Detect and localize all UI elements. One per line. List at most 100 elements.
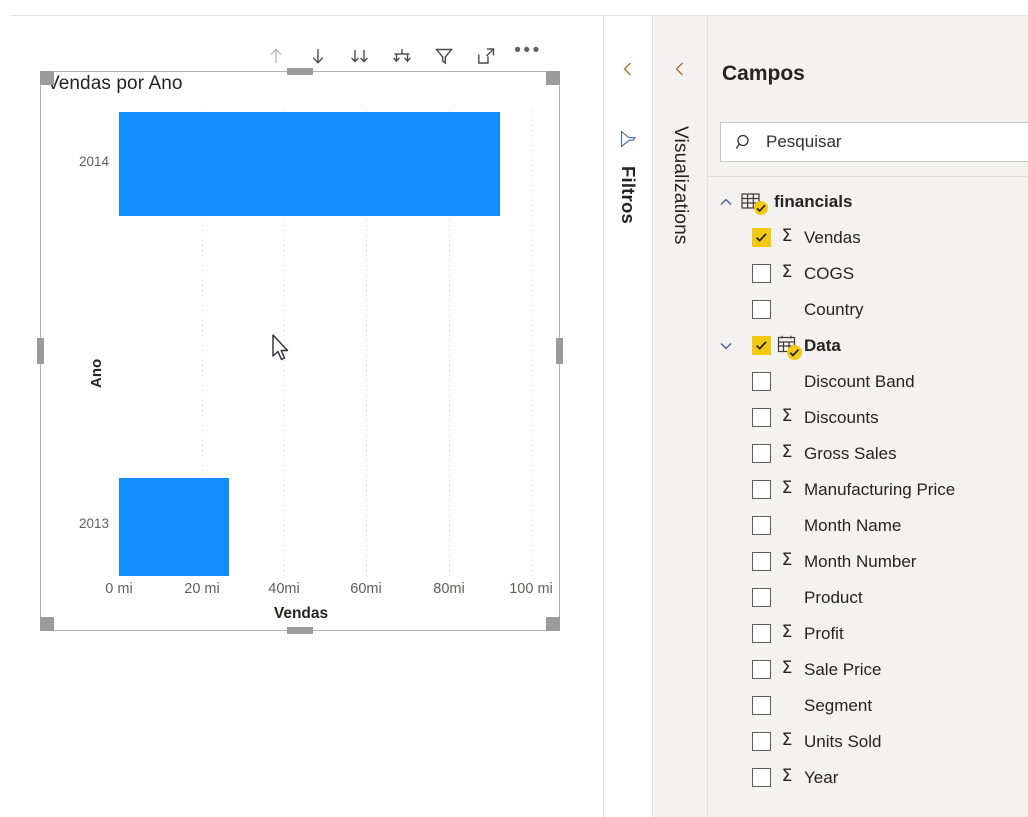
field-label: Units Sold xyxy=(804,732,882,751)
resize-handle-left[interactable] xyxy=(37,338,44,364)
field-label: Gross Sales xyxy=(804,444,897,463)
field-checkbox-discount-band[interactable] xyxy=(752,372,771,391)
field-label: Product xyxy=(804,588,863,607)
top-strip xyxy=(0,0,1028,15)
drill-down-icon[interactable] xyxy=(297,40,339,72)
field-checkbox-product[interactable] xyxy=(752,588,771,607)
field-checkbox-data[interactable] xyxy=(752,336,771,355)
filters-pane-label: Filtros xyxy=(618,166,639,224)
field-label: Vendas xyxy=(804,228,861,247)
sigma-icon: Σ xyxy=(781,766,793,786)
field-row-month-number[interactable]: Σ Month Number xyxy=(708,544,1028,580)
field-checkbox-month-name[interactable] xyxy=(752,516,771,535)
field-label: Manufacturing Price xyxy=(804,480,956,499)
y-axis-title: Ano xyxy=(88,358,105,388)
field-label: Discounts xyxy=(804,408,879,427)
field-checkbox-manufacturing-price[interactable] xyxy=(752,480,771,499)
xtick-20: 20 mi xyxy=(184,581,220,597)
xtick-0: 0 mi xyxy=(105,581,133,597)
field-label: COGS xyxy=(804,264,855,283)
field-row-vendas[interactable]: Σ Vendas xyxy=(708,220,1028,256)
chevron-left-icon[interactable] xyxy=(671,60,689,78)
field-row-discounts[interactable]: Σ Discounts xyxy=(708,400,1028,436)
field-checkbox-units-sold[interactable] xyxy=(752,732,771,751)
plot-area: 2014 2013 xyxy=(79,110,533,578)
drill-next-level-icon[interactable] xyxy=(381,40,423,72)
fields-separator xyxy=(708,176,1028,177)
resize-handle-top-right[interactable] xyxy=(546,71,560,85)
report-canvas[interactable]: ••• Vendas por Ano 2014 2013 Ano 0 mi 20… xyxy=(0,16,604,817)
sigma-icon: Σ xyxy=(781,730,793,750)
field-group-financials[interactable]: financials xyxy=(708,184,1028,220)
field-checkbox-country[interactable] xyxy=(752,300,771,319)
resize-handle-bottom-right[interactable] xyxy=(546,617,560,631)
search-icon xyxy=(735,133,754,152)
field-group-data[interactable]: Data xyxy=(708,328,1028,364)
field-checkbox-year[interactable] xyxy=(752,768,771,787)
sigma-icon: Σ xyxy=(781,550,793,570)
chevron-up-icon[interactable] xyxy=(718,194,734,210)
bar-2014[interactable] xyxy=(119,112,500,216)
more-options-icon[interactable]: ••• xyxy=(507,35,549,76)
resize-handle-top[interactable] xyxy=(287,68,313,75)
xtick-40: 40mi xyxy=(268,581,300,597)
resize-handle-bottom-left[interactable] xyxy=(40,617,54,631)
field-label: Year xyxy=(804,768,839,787)
field-label: Profit xyxy=(804,624,844,643)
field-group-label: financials xyxy=(774,192,853,211)
resize-handle-top-left[interactable] xyxy=(40,71,54,85)
visualizations-pane-collapsed[interactable]: Visualizations xyxy=(652,16,708,817)
fields-search-placeholder: Pesquisar xyxy=(766,132,842,151)
filters-pane-collapsed[interactable]: Filtros xyxy=(604,16,652,817)
fields-pane: Campos Pesquisar financials Σ Vendas Σ C… xyxy=(708,16,1028,817)
ytick-label-2014: 2014 xyxy=(78,154,109,169)
ytick-label-2013: 2013 xyxy=(78,516,109,531)
bar-2013[interactable] xyxy=(119,478,229,576)
sigma-icon: Σ xyxy=(781,478,793,498)
resize-handle-bottom[interactable] xyxy=(287,627,313,634)
field-checkbox-sale-price[interactable] xyxy=(752,660,771,679)
sigma-icon: Σ xyxy=(781,226,793,246)
field-row-country[interactable]: Country xyxy=(708,292,1028,328)
chevron-down-icon[interactable] xyxy=(718,338,734,354)
fields-search-box[interactable]: Pesquisar xyxy=(720,122,1028,162)
field-row-profit[interactable]: Σ Profit xyxy=(708,616,1028,652)
field-row-month-name[interactable]: Month Name xyxy=(708,508,1028,544)
field-checkbox-cogs[interactable] xyxy=(752,264,771,283)
resize-handle-right[interactable] xyxy=(556,338,563,364)
field-checkbox-discounts[interactable] xyxy=(752,408,771,427)
chevron-left-icon[interactable] xyxy=(619,60,637,78)
expand-all-icon[interactable] xyxy=(339,40,381,72)
drill-up-icon[interactable] xyxy=(255,40,297,72)
xtick-80: 80mi xyxy=(433,581,465,597)
field-checkbox-profit[interactable] xyxy=(752,624,771,643)
filter-icon xyxy=(620,130,637,148)
x-axis-ticks: 0 mi 20 mi 40mi 60mi 80mi 100 mi xyxy=(105,581,579,601)
visualizations-pane-label: Visualizations xyxy=(670,126,691,245)
field-checkbox-gross-sales[interactable] xyxy=(752,444,771,463)
filter-icon[interactable] xyxy=(423,40,465,72)
field-row-gross-sales[interactable]: Σ Gross Sales xyxy=(708,436,1028,472)
xtick-60: 60mi xyxy=(350,581,382,597)
focus-mode-icon[interactable] xyxy=(465,40,507,72)
field-checkbox-vendas[interactable] xyxy=(752,228,771,247)
field-checkbox-segment[interactable] xyxy=(752,696,771,715)
field-row-sale-price[interactable]: Σ Sale Price xyxy=(708,652,1028,688)
visual-title: Vendas por Ano xyxy=(47,73,183,94)
field-group-label: Data xyxy=(804,336,841,355)
field-row-cogs[interactable]: Σ COGS xyxy=(708,256,1028,292)
field-row-product[interactable]: Product xyxy=(708,580,1028,616)
field-label: Segment xyxy=(804,696,873,715)
field-row-segment[interactable]: Segment xyxy=(708,688,1028,724)
field-row-manufacturing-price[interactable]: Σ Manufacturing Price xyxy=(708,472,1028,508)
fields-list: financials Σ Vendas Σ COGS Country Data … xyxy=(708,184,1028,796)
sigma-icon: Σ xyxy=(781,622,793,642)
xtick-100: 100 mi xyxy=(509,581,553,597)
field-label: Sale Price xyxy=(804,660,882,679)
field-row-year[interactable]: Σ Year xyxy=(708,760,1028,796)
sigma-icon: Σ xyxy=(781,442,793,462)
field-row-units-sold[interactable]: Σ Units Sold xyxy=(708,724,1028,760)
bar-chart-visual[interactable]: Vendas por Ano 2014 2013 Ano 0 mi 20 mi … xyxy=(37,68,563,634)
field-checkbox-month-number[interactable] xyxy=(752,552,771,571)
field-row-discount-band[interactable]: Discount Band xyxy=(708,364,1028,400)
